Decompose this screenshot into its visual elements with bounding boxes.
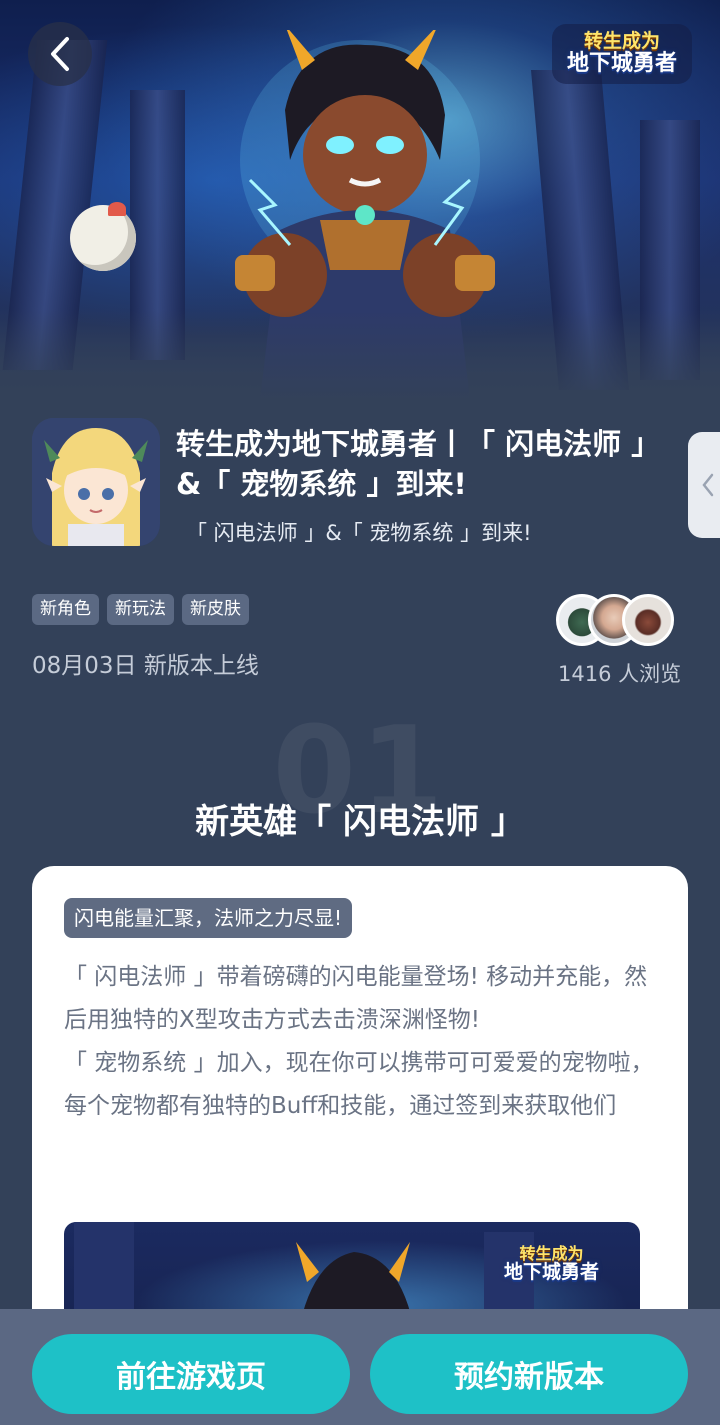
elf-avatar-icon [32, 418, 160, 546]
content-card: 闪电能量汇聚，法师之力尽显! 「 闪电法师 」带着磅礴的闪电能量登场! 移动并充… [32, 866, 688, 1336]
release-date: 08月03日 新版本上线 [32, 653, 259, 679]
chevron-left-icon [51, 37, 69, 71]
tag-new-gameplay[interactable]: 新玩法 [107, 594, 174, 625]
goto-game-button[interactable]: 前往游戏页 [32, 1334, 350, 1414]
tag-new-skin[interactable]: 新皮肤 [182, 594, 249, 625]
logo-line2: 地下城勇者 [566, 51, 677, 77]
back-button[interactable] [28, 22, 92, 86]
view-count: 1416 人浏览 [558, 662, 682, 686]
page-title: 转生成为地下城勇者丨「 闪电法师 」&「 宠物系统 」到来! [176, 427, 661, 501]
game-logo: 转生成为 地下城勇者 [552, 24, 692, 84]
side-drawer-tab[interactable] [688, 432, 720, 538]
viewer-avatars[interactable] [556, 594, 676, 646]
pet-creature [70, 205, 136, 271]
card-paragraph: 「 闪电法师 」带着磅礴的闪电能量登场! 移动并充能，然后用独特的X型攻击方式去… [64, 964, 648, 1033]
avatar [622, 594, 674, 646]
card-body: 「 闪电法师 」带着磅礴的闪电能量登场! 移动并充能，然后用独特的X型攻击方式去… [64, 956, 664, 1128]
bottom-action-bar: 前往游戏页 预约新版本 [0, 1309, 720, 1425]
card-image-logo-line2: 地下城勇者 [504, 1260, 600, 1283]
logo-line1: 转生成为 [583, 30, 660, 53]
card-highlight-label: 闪电能量汇聚，法师之力尽显! [64, 898, 353, 938]
app-icon[interactable] [32, 418, 160, 546]
tag-new-character[interactable]: 新角色 [32, 594, 99, 625]
section-title: 新英雄「 闪电法师 」 [195, 802, 525, 842]
chevron-left-icon [702, 473, 714, 497]
reserve-version-button[interactable]: 预约新版本 [370, 1334, 688, 1414]
page-subtitle: 「 闪电法师 」&「 宠物系统 」到来! [186, 521, 532, 545]
card-paragraph: 「 宠物系统 」加入，现在你可以携带可可爱爱的宠物啦，每个宠物都有独特的Buff… [64, 1050, 654, 1119]
tag-list: 新角色 新玩法 新皮肤 [32, 594, 249, 625]
